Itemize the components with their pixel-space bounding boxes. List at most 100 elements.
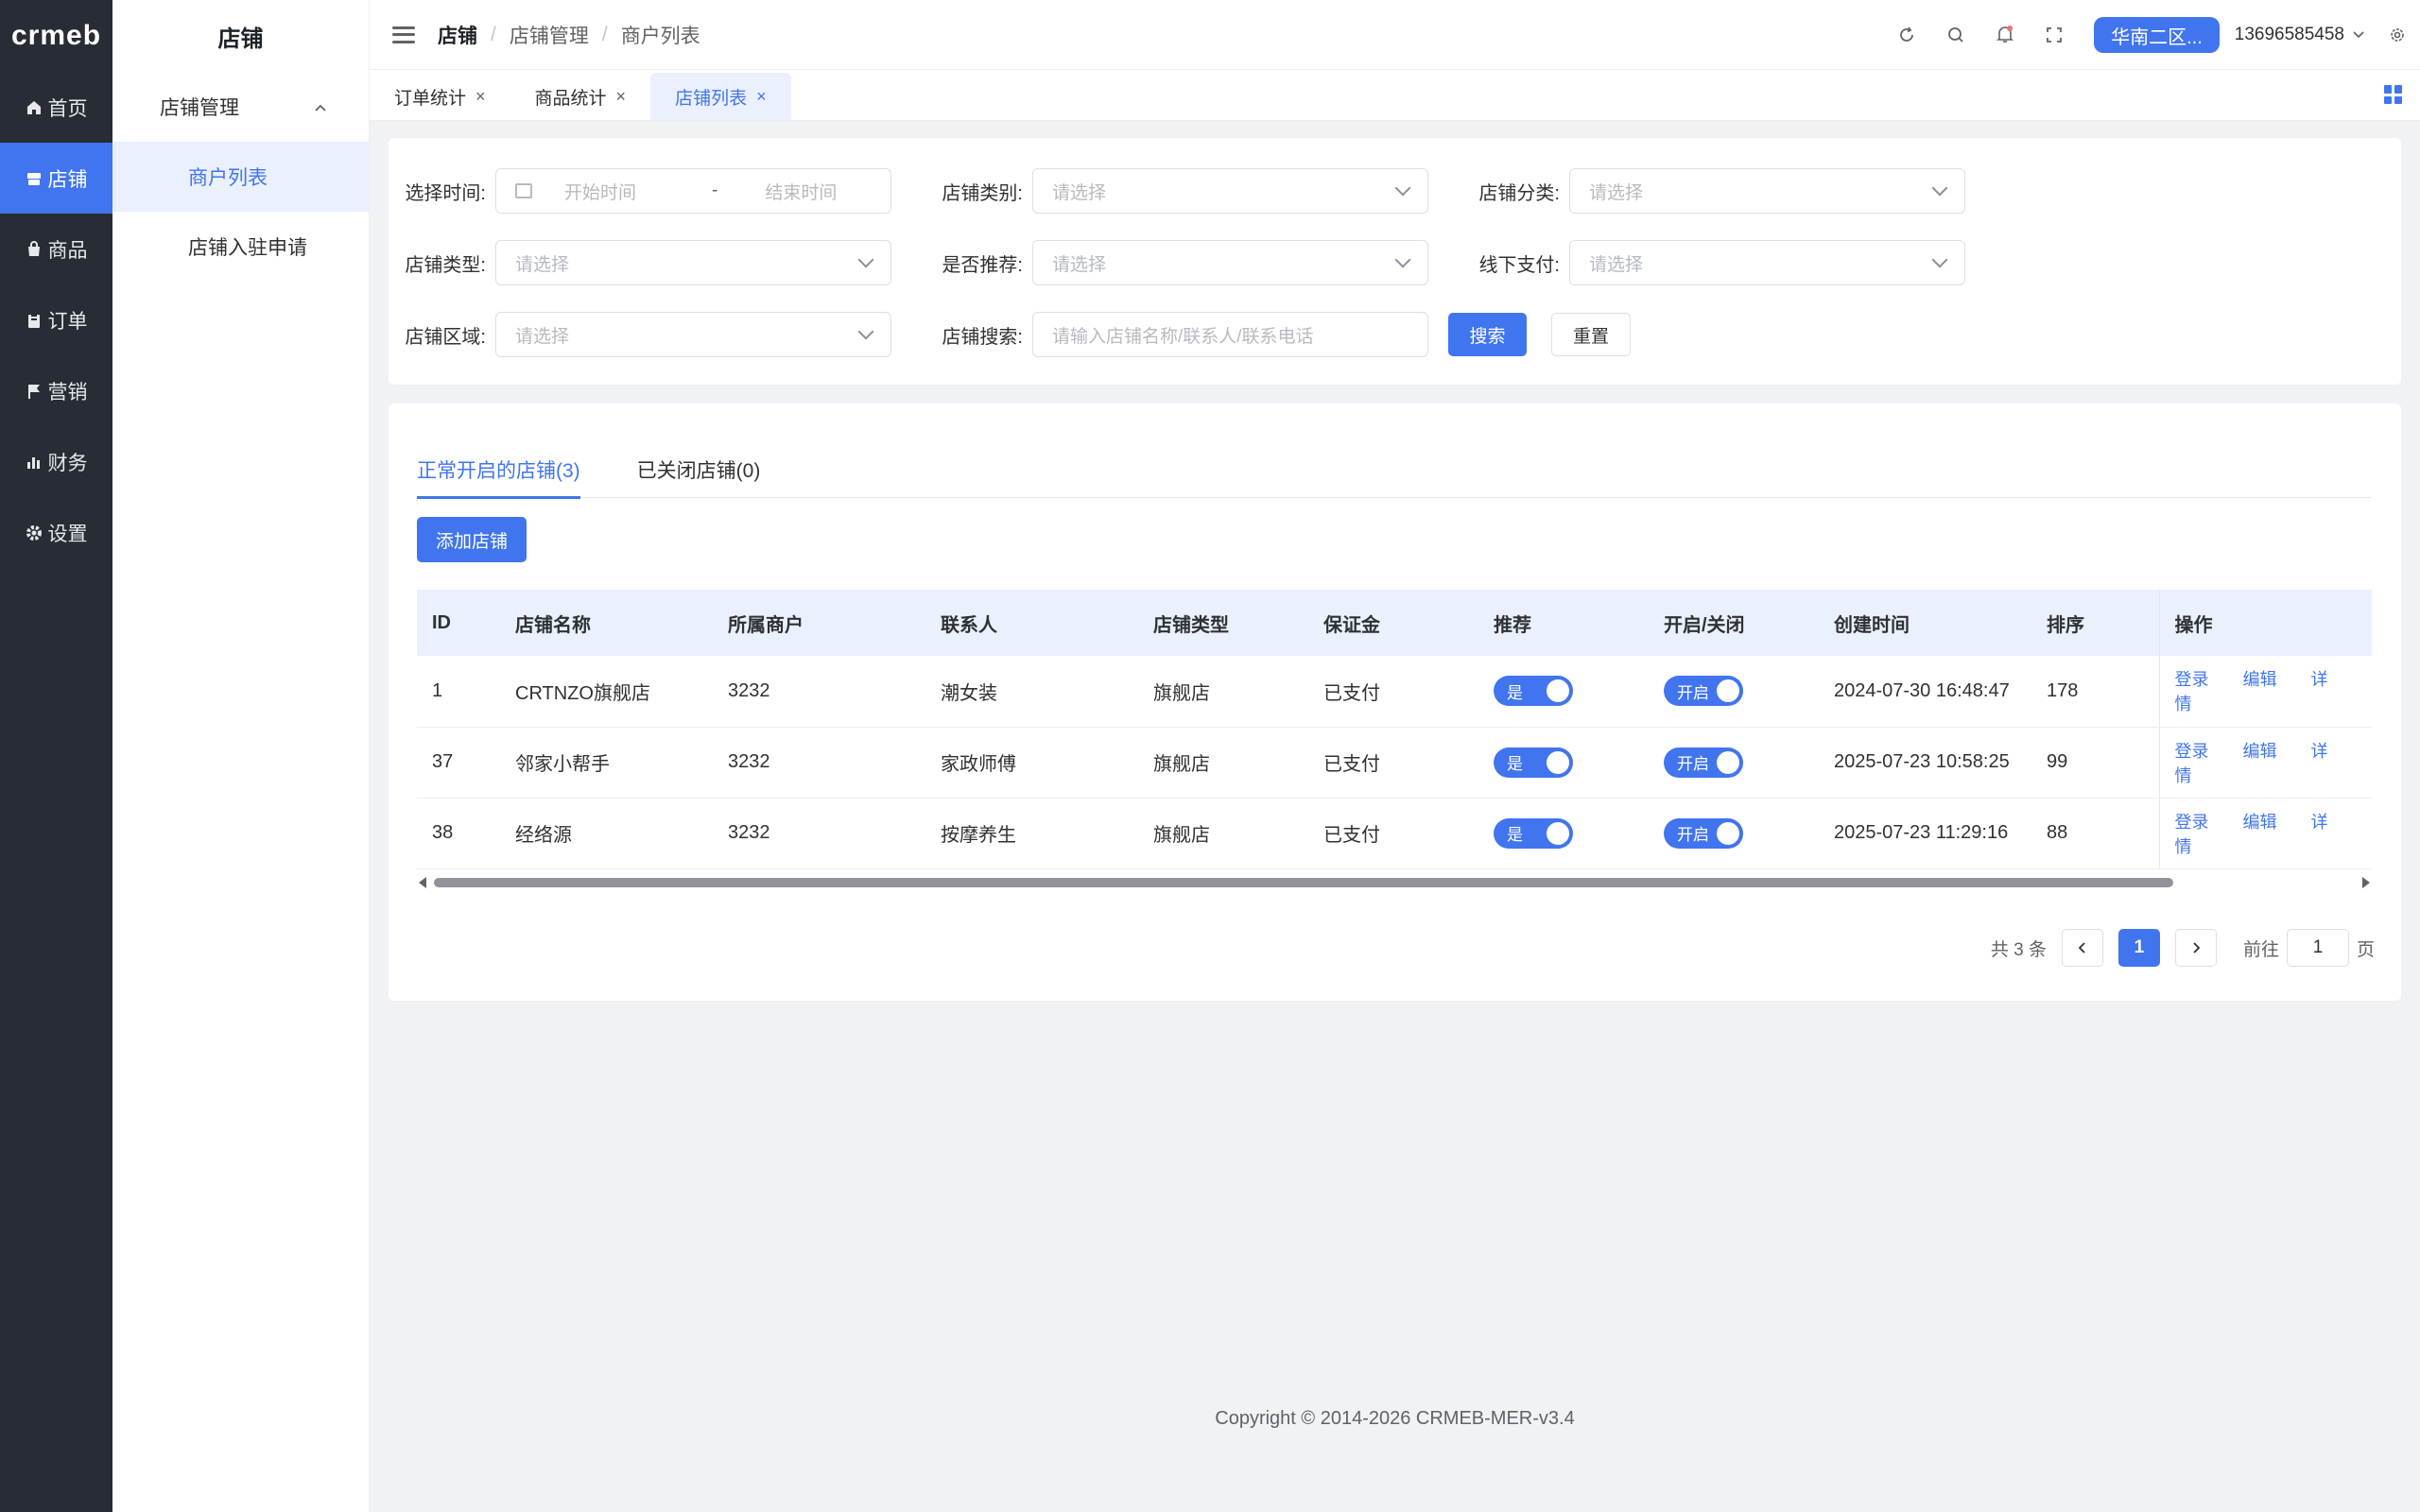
page-button[interactable]: 1 bbox=[2118, 929, 2160, 967]
cell-deposit: 已支付 bbox=[1308, 656, 1478, 728]
cell-merchant: 3232 bbox=[713, 656, 925, 728]
column-header: 排序 bbox=[2031, 590, 2159, 656]
close-icon[interactable]: × bbox=[756, 87, 767, 107]
edit-link[interactable]: 编辑 bbox=[2243, 742, 2277, 761]
footer-copyright: Copyright © 2014-2026 CRMEB-MER-v3.4 bbox=[1215, 1408, 1575, 1429]
login-link[interactable]: 登录 bbox=[2175, 670, 2209, 689]
store-icon bbox=[26, 170, 43, 187]
chevron-down-icon bbox=[1931, 180, 1948, 197]
end-date-input[interactable]: 结束时间 bbox=[765, 179, 837, 204]
grid-icon[interactable] bbox=[2384, 85, 2403, 104]
settings-icon[interactable] bbox=[2386, 24, 2409, 46]
scrollbar-thumb[interactable] bbox=[434, 878, 2173, 887]
search-button[interactable]: 搜索 bbox=[1448, 313, 1527, 356]
nav-item-orders[interactable]: 订单 bbox=[0, 284, 112, 355]
scroll-left-icon[interactable] bbox=[419, 877, 426, 888]
edit-link[interactable]: 编辑 bbox=[2243, 813, 2277, 832]
store-region-select[interactable]: 请选择 bbox=[495, 312, 891, 357]
bell-icon[interactable] bbox=[1994, 24, 2016, 46]
edit-link[interactable]: 编辑 bbox=[2243, 670, 2277, 689]
store-search-input[interactable]: 请输入店铺名称/联系人/联系电话 bbox=[1032, 312, 1428, 357]
nav-label: 首页 bbox=[47, 97, 88, 120]
start-date-input[interactable]: 开始时间 bbox=[564, 179, 636, 204]
login-link[interactable]: 登录 bbox=[2175, 813, 2209, 832]
scroll-right-icon[interactable] bbox=[2362, 877, 2370, 888]
nav-item-goods[interactable]: 商品 bbox=[0, 214, 112, 284]
chevron-down-icon bbox=[1931, 251, 1948, 268]
cell-id: 37 bbox=[417, 727, 500, 799]
refresh-icon[interactable] bbox=[1895, 24, 1918, 46]
close-icon[interactable]: × bbox=[616, 87, 627, 107]
breadcrumb-item: 商户列表 bbox=[620, 25, 700, 47]
cell-merchant: 3232 bbox=[713, 798, 925, 869]
login-link[interactable]: 登录 bbox=[2175, 742, 2209, 761]
submenu-item-merchant-list[interactable]: 商户列表 bbox=[112, 142, 369, 212]
table-row: 37 邻家小帮手 3232 家政师傅 旗舰店 已支付 是 开启 2025-07-… bbox=[417, 727, 2372, 799]
cell-contact: 家政师傅 bbox=[925, 727, 1138, 799]
open-toggle[interactable]: 开启 bbox=[1664, 747, 1743, 778]
nav-item-store[interactable]: 店铺 bbox=[0, 143, 112, 214]
breadcrumb-item: 店铺管理 bbox=[509, 25, 589, 47]
close-icon[interactable]: × bbox=[475, 87, 486, 107]
cell-sort: 99 bbox=[2031, 727, 2159, 799]
nav-item-settings[interactable]: 设置 bbox=[0, 497, 112, 568]
goto-suffix: 页 bbox=[2356, 939, 2375, 960]
account-name: 13696585458 bbox=[2234, 25, 2344, 44]
recommend-select[interactable]: 请选择 bbox=[1032, 240, 1428, 285]
table-header-row: ID 店铺名称 所属商户 联系人 店铺类型 保证金 推荐 开启/关闭 创建时间 … bbox=[417, 590, 2372, 656]
cell-store-name: 经络源 bbox=[500, 798, 713, 869]
column-header: 推荐 bbox=[1478, 590, 1649, 656]
account-menu[interactable]: 13696585458 bbox=[2235, 25, 2365, 45]
open-toggle[interactable]: 开启 bbox=[1664, 817, 1743, 849]
chevron-down-icon bbox=[1394, 180, 1411, 197]
add-store-button[interactable]: 添加店铺 bbox=[417, 517, 527, 562]
menu-toggle-icon[interactable] bbox=[392, 26, 415, 43]
cell-id: 1 bbox=[417, 656, 500, 728]
nav-item-home[interactable]: 首页 bbox=[0, 72, 112, 143]
fullscreen-icon[interactable] bbox=[2043, 24, 2066, 46]
nav-item-finance[interactable]: 财务 bbox=[0, 426, 112, 497]
column-header: 开启/关闭 bbox=[1649, 590, 1819, 656]
store-category-select[interactable]: 请选择 bbox=[1032, 168, 1428, 214]
cell-deposit: 已支付 bbox=[1308, 727, 1478, 799]
breadcrumb: 店铺 / 店铺管理 / 商户列表 bbox=[438, 21, 700, 49]
store-classify-select[interactable]: 请选择 bbox=[1569, 168, 1965, 214]
tab-label: 店铺列表 bbox=[675, 88, 748, 109]
flag-icon bbox=[26, 383, 43, 400]
submenu-group-store-manage[interactable]: 店铺管理 bbox=[112, 72, 369, 142]
submenu-item-store-apply[interactable]: 店铺入驻申请 bbox=[112, 212, 369, 282]
cell-created-time: 2025-07-23 11:29:16 bbox=[1819, 798, 2031, 869]
tab-store-list[interactable]: 店铺列表 × bbox=[650, 73, 791, 120]
nav-item-marketing[interactable]: 营销 bbox=[0, 355, 112, 426]
goto-page-input[interactable]: 1 bbox=[2286, 929, 2349, 967]
store-type-select[interactable]: 请选择 bbox=[495, 240, 891, 285]
tab-open-stores[interactable]: 正常开启的店铺(3) bbox=[417, 441, 580, 499]
horizontal-scrollbar[interactable] bbox=[417, 873, 2372, 890]
logo[interactable]: crmeb bbox=[0, 0, 112, 72]
tab-closed-stores[interactable]: 已关闭店铺(0) bbox=[637, 441, 761, 498]
tab-label: 商品统计 bbox=[534, 88, 607, 109]
nav-label: 订单 bbox=[47, 310, 88, 333]
cell-contact: 按摩养生 bbox=[925, 798, 1138, 869]
open-toggle[interactable]: 开启 bbox=[1664, 676, 1743, 707]
recommend-toggle[interactable]: 是 bbox=[1494, 817, 1573, 849]
recommend-toggle[interactable]: 是 bbox=[1494, 676, 1573, 707]
recommend-toggle[interactable]: 是 bbox=[1494, 747, 1573, 778]
search-icon[interactable] bbox=[1945, 24, 1967, 46]
date-range-picker[interactable]: 开始时间 - 结束时间 bbox=[495, 168, 891, 214]
table-row: 38 经络源 3232 按摩养生 旗舰店 已支付 是 开启 2025-07-23… bbox=[417, 798, 2372, 869]
reset-button[interactable]: 重置 bbox=[1551, 313, 1631, 356]
tab-goods-stats[interactable]: 商品统计 × bbox=[510, 73, 651, 120]
submenu-title: 店铺 bbox=[217, 26, 264, 52]
tab-order-stats[interactable]: 订单统计 × bbox=[370, 73, 510, 120]
region-button[interactable]: 华南二区... bbox=[2094, 17, 2220, 53]
status-tabs: 正常开启的店铺(3) 已关闭店铺(0) bbox=[417, 441, 2372, 499]
prev-page-button[interactable] bbox=[2061, 929, 2103, 967]
next-page-button[interactable] bbox=[2174, 929, 2217, 967]
cell-store-name: 邻家小帮手 bbox=[500, 727, 713, 799]
store-list-panel: 正常开启的店铺(3) 已关闭店铺(0) 添加店铺 ID 店铺名称 所属商户 联系… bbox=[389, 404, 2401, 1001]
filter-panel: 选择时间: 开始时间 - 结束时间 店铺类别: 请选择 店铺分类: 请选择 店铺… bbox=[389, 138, 2401, 385]
offline-pay-select[interactable]: 请选择 bbox=[1569, 240, 1965, 285]
breadcrumb-item: 店铺 bbox=[438, 25, 477, 47]
bag-icon bbox=[26, 240, 43, 258]
